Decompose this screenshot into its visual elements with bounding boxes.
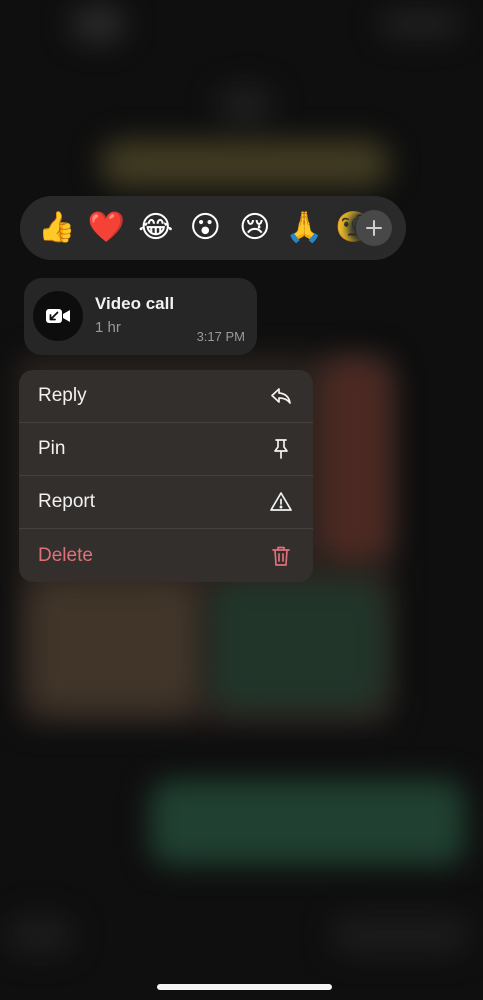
more-reactions-button[interactable] <box>356 210 392 246</box>
reaction-heart[interactable]: ❤️ <box>82 196 132 260</box>
pin-icon <box>269 437 293 461</box>
menu-item-label: Delete <box>38 544 93 566</box>
call-duration: 1 hr <box>95 319 121 336</box>
video-call-message[interactable]: Video call 1 hr 3:17 PM <box>24 278 257 355</box>
menu-item-delete[interactable]: Delete <box>19 529 313 582</box>
warning-icon <box>269 490 293 514</box>
message-context-menu: Reply Pin Report Delete <box>19 370 313 582</box>
reaction-pray[interactable]: 🙏 <box>280 196 330 260</box>
menu-item-reply[interactable]: Reply <box>19 370 313 423</box>
reaction-bar: 👍 ❤️ 😂 😮 😢 🙏 🧐 <box>20 196 406 260</box>
message-timestamp: 3:17 PM <box>196 329 245 344</box>
home-indicator[interactable] <box>157 984 332 990</box>
reaction-surprised[interactable]: 😮 <box>181 196 231 260</box>
reaction-laughing[interactable]: 😂 <box>131 196 181 260</box>
reaction-thumbs-up[interactable]: 👍 <box>32 196 82 260</box>
trash-icon <box>269 544 293 568</box>
call-title: Video call <box>95 294 175 313</box>
reply-icon <box>269 384 293 408</box>
menu-item-report[interactable]: Report <box>19 476 313 529</box>
menu-item-label: Reply <box>38 385 87 406</box>
menu-item-label: Pin <box>38 438 66 459</box>
reaction-crying[interactable]: 😢 <box>230 196 280 260</box>
menu-item-label: Report <box>38 491 96 512</box>
video-call-missed-icon <box>33 291 83 341</box>
plus-icon <box>366 220 382 236</box>
menu-item-pin[interactable]: Pin <box>19 423 313 476</box>
